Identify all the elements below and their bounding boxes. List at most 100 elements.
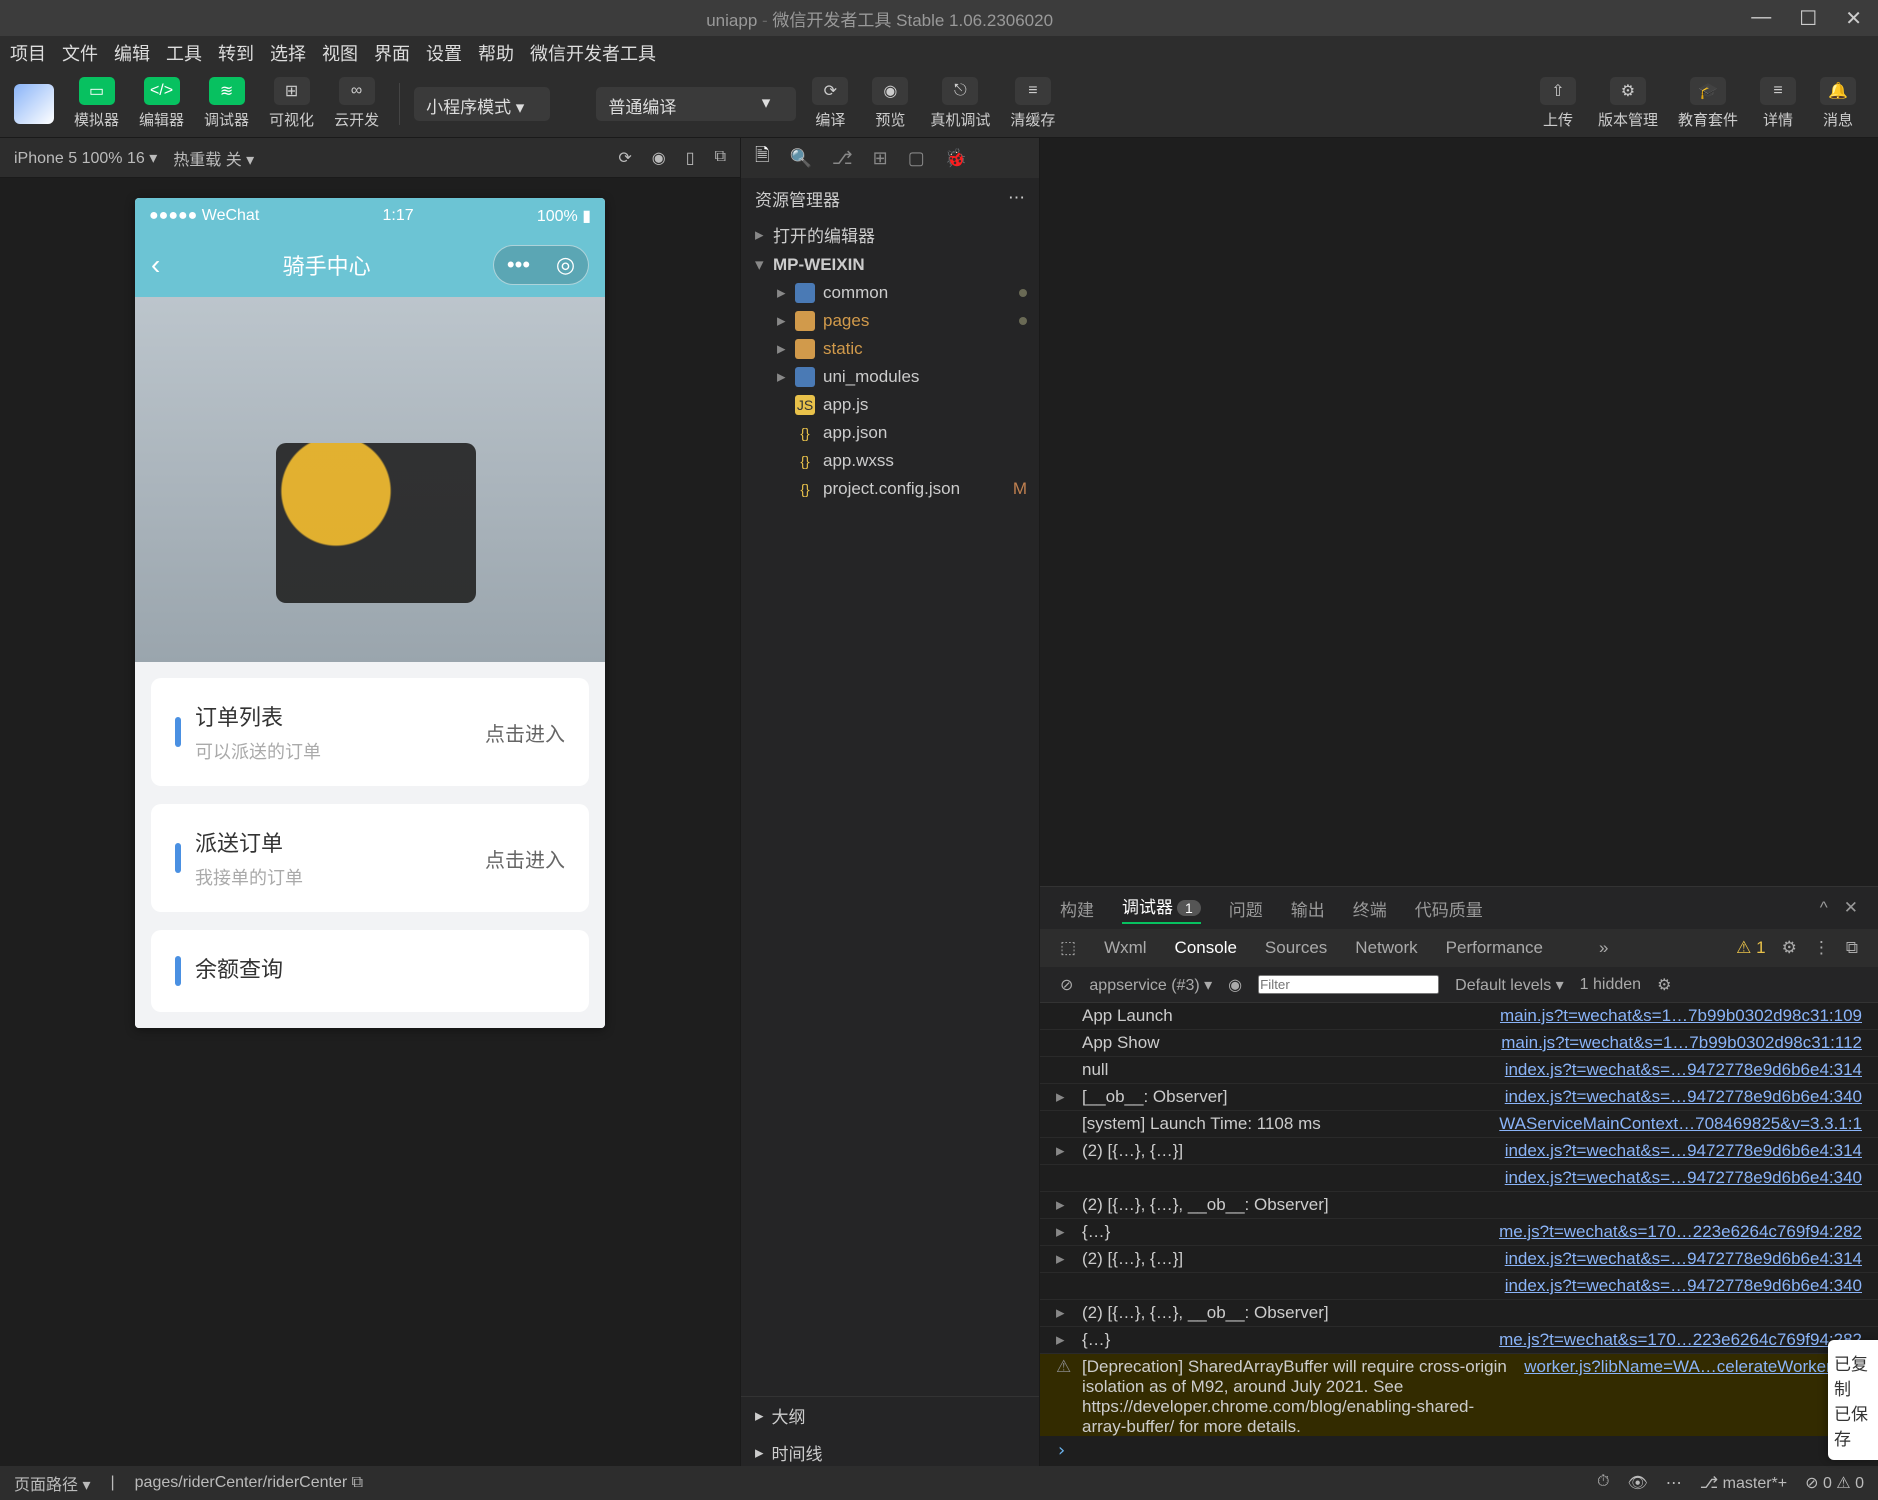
- console-line[interactable]: ▸(2) [{…}, {…}, __ob__: Observer]: [1040, 1192, 1878, 1219]
- menu-项目[interactable]: 项目: [10, 40, 46, 66]
- tree-item[interactable]: ▸static: [741, 335, 1039, 363]
- page-path[interactable]: pages/riderCenter/riderCenter ⧉: [135, 1474, 363, 1492]
- capsule[interactable]: •••◎: [493, 245, 589, 285]
- menu-微信开发者工具[interactable]: 微信开发者工具: [530, 40, 656, 66]
- console-line[interactable]: index.js?t=wechat&s=…9472778e9d6b6e4:340: [1040, 1273, 1878, 1300]
- console-prompt[interactable]: ›: [1040, 1436, 1878, 1466]
- edu-button[interactable]: 🎓教育套件: [1672, 73, 1744, 134]
- console-line[interactable]: nullindex.js?t=wechat&s=…9472778e9d6b6e4…: [1040, 1057, 1878, 1084]
- devtool-tab[interactable]: Network: [1355, 938, 1417, 957]
- explorer-tab-icon[interactable]: 🗎: [755, 143, 769, 173]
- preview-button[interactable]: ◉预览: [864, 73, 916, 134]
- eye-icon[interactable]: ◉: [1228, 975, 1242, 995]
- menu-界面[interactable]: 界面: [374, 40, 410, 66]
- visual-button[interactable]: ⊞可视化: [263, 73, 320, 134]
- collapse-icon[interactable]: ^: [1820, 898, 1828, 918]
- build-button[interactable]: ⟳编译: [804, 73, 856, 134]
- warning-count[interactable]: ⚠ 1: [1736, 938, 1765, 958]
- menu-工具[interactable]: 工具: [166, 40, 202, 66]
- outline-section[interactable]: ▸大纲: [741, 1397, 1039, 1434]
- panel-tab[interactable]: 输出: [1291, 896, 1325, 921]
- console-line[interactable]: App Launchmain.js?t=wechat&s=1…7b99b0302…: [1040, 1003, 1878, 1030]
- tree-item[interactable]: ▸pages: [741, 307, 1039, 335]
- copy-icon[interactable]: ⧉: [715, 148, 726, 168]
- context-select[interactable]: appservice (#3) ▾: [1089, 975, 1212, 995]
- remote-button[interactable]: ⎋真机调试: [924, 73, 996, 134]
- back-icon[interactable]: ‹: [151, 249, 160, 281]
- minimize-icon[interactable]: —: [1751, 6, 1771, 31]
- menu-选择[interactable]: 选择: [270, 40, 306, 66]
- inspect-icon[interactable]: ⬚: [1060, 938, 1076, 958]
- console-line[interactable]: [system] Launch Time: 1108 msWAServiceMa…: [1040, 1111, 1878, 1138]
- console-line[interactable]: App Showmain.js?t=wechat&s=1…7b99b0302d9…: [1040, 1030, 1878, 1057]
- devtool-tab[interactable]: Console: [1175, 938, 1237, 957]
- devtool-tab[interactable]: Performance: [1446, 938, 1543, 957]
- tree-item[interactable]: {}project.config.jsonM: [741, 475, 1039, 503]
- console-line[interactable]: ▸(2) [{…}, {…}]index.js?t=wechat&s=…9472…: [1040, 1138, 1878, 1165]
- menu-编辑[interactable]: 编辑: [114, 40, 150, 66]
- git-tab-icon[interactable]: ⎇: [832, 148, 853, 169]
- panel-tab[interactable]: 终端: [1353, 896, 1387, 921]
- levels-select[interactable]: Default levels ▾: [1455, 975, 1564, 995]
- tree-item[interactable]: {}app.json: [741, 419, 1039, 447]
- search-tab-icon[interactable]: 🔍: [789, 148, 811, 169]
- more-tabs-icon[interactable]: »: [1599, 938, 1608, 958]
- root-folder[interactable]: ▾MP-WEIXIN: [741, 251, 1039, 279]
- panel-tab[interactable]: 构建: [1060, 896, 1094, 921]
- device-select[interactable]: iPhone 5 100% 16 ▾: [14, 148, 157, 168]
- console-line[interactable]: ▸(2) [{…}, {…}, __ob__: Observer]: [1040, 1300, 1878, 1327]
- devtool-tab[interactable]: Wxml: [1104, 938, 1146, 957]
- mode-select[interactable]: 小程序模式 ▾: [414, 87, 550, 121]
- cache-button[interactable]: ≡清缓存: [1004, 73, 1061, 134]
- grid-icon[interactable]: ⊞: [873, 148, 888, 169]
- dock-icon[interactable]: ⋮: [1813, 938, 1830, 958]
- menu-设置[interactable]: 设置: [426, 40, 462, 66]
- hidden-count[interactable]: 1 hidden: [1580, 976, 1641, 994]
- tree-item[interactable]: {}app.wxss: [741, 447, 1039, 475]
- menu-帮助[interactable]: 帮助: [478, 40, 514, 66]
- debugger-button[interactable]: ≋调试器: [198, 73, 255, 134]
- more-status-icon[interactable]: ⋯: [1666, 1473, 1682, 1493]
- console-line[interactable]: ▸{…}me.js?t=wechat&s=170…223e6264c769f94…: [1040, 1327, 1878, 1354]
- version-button[interactable]: ⚙版本管理: [1592, 73, 1664, 134]
- panel-tab[interactable]: 问题: [1229, 896, 1263, 921]
- close-panel-icon[interactable]: ✕: [1844, 898, 1858, 918]
- console-line[interactable]: ▸{…}me.js?t=wechat&s=170…223e6264c769f94…: [1040, 1219, 1878, 1246]
- phone-simulator[interactable]: ●●●●● WeChat1:17100% ▮ ‹ 骑手中心 •••◎ 订单列表可…: [135, 198, 605, 1028]
- console-settings-icon[interactable]: ⚙: [1657, 975, 1671, 995]
- clear-icon[interactable]: ⊘: [1060, 975, 1073, 995]
- tree-item[interactable]: ▸common: [741, 279, 1039, 307]
- menu-转到[interactable]: 转到: [218, 40, 254, 66]
- tree-item[interactable]: JSapp.js: [741, 391, 1039, 419]
- simulator-button[interactable]: ▭模拟器: [68, 73, 125, 134]
- menu-视图[interactable]: 视图: [322, 40, 358, 66]
- compile-select[interactable]: 普通编译 ▾: [596, 87, 796, 121]
- refresh-icon[interactable]: ⟳: [618, 148, 631, 168]
- timeline-section[interactable]: ▸时间线: [741, 1434, 1039, 1471]
- console-line[interactable]: ▸(2) [{…}, {…}]index.js?t=wechat&s=…9472…: [1040, 1246, 1878, 1273]
- card[interactable]: 余额查询: [151, 930, 589, 1012]
- tree-item[interactable]: ▸uni_modules: [741, 363, 1039, 391]
- perf-icon[interactable]: ⏱: [1597, 1473, 1609, 1493]
- upload-button[interactable]: ⇧上传: [1532, 73, 1584, 134]
- phone-icon[interactable]: ▯: [686, 148, 695, 168]
- more-icon[interactable]: ⋯: [1008, 188, 1025, 208]
- console-line[interactable]: ▸[__ob__: Observer]index.js?t=wechat&s=……: [1040, 1084, 1878, 1111]
- settings-icon[interactable]: ⚙: [1782, 938, 1797, 958]
- console-warning[interactable]: ⚠[Deprecation] SharedArrayBuffer will re…: [1040, 1354, 1878, 1436]
- close-icon[interactable]: ✕: [1845, 6, 1862, 31]
- msg-button[interactable]: 🔔消息: [1812, 73, 1864, 134]
- panel-tab[interactable]: 调试器1: [1122, 893, 1201, 924]
- popout-icon[interactable]: ⧉: [1846, 938, 1858, 958]
- card[interactable]: 派送订单我接单的订单点击进入: [151, 804, 589, 912]
- panel-tab[interactable]: 代码质量: [1415, 896, 1483, 921]
- git-branch[interactable]: ⎇ master*+: [1700, 1473, 1787, 1493]
- devtool-tab[interactable]: Sources: [1265, 938, 1327, 957]
- menu-文件[interactable]: 文件: [62, 40, 98, 66]
- editor-button[interactable]: </>编辑器: [133, 73, 190, 134]
- maximize-icon[interactable]: ☐: [1799, 6, 1817, 31]
- open-editors[interactable]: ▸打开的编辑器: [741, 218, 1039, 251]
- hotreload-select[interactable]: 热重载 关 ▾: [173, 146, 254, 170]
- cloud-button[interactable]: ∞云开发: [328, 73, 385, 134]
- console-line[interactable]: index.js?t=wechat&s=…9472778e9d6b6e4:340: [1040, 1165, 1878, 1192]
